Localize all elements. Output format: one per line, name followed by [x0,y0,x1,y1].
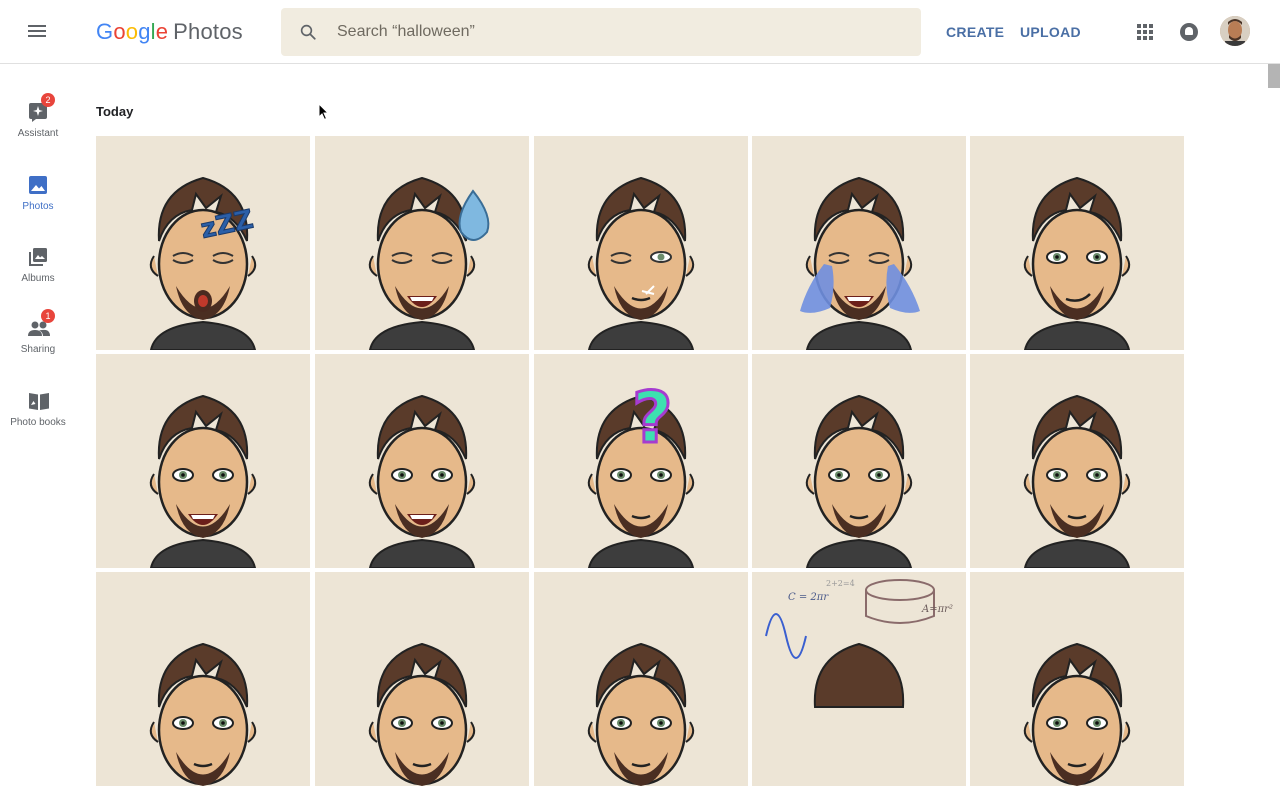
mouse-cursor-icon [318,103,330,121]
logo-letter: e [155,19,169,44]
photo-tile[interactable] [315,354,529,568]
apps-grid-icon[interactable] [1137,24,1153,40]
avatar[interactable] [1220,16,1250,46]
scrollbar-track[interactable] [1268,64,1280,636]
photo-tile[interactable]: zZZ [96,136,310,350]
sidebar-item-label: Sharing [20,344,56,355]
avatar-sticker-image [800,176,920,350]
sidebar-item-photos[interactable]: Photos [0,175,76,212]
sidebar-item-albums[interactable]: Albums [0,247,76,284]
scrollbar-thumb[interactable] [1268,64,1280,88]
photo-tile[interactable] [970,572,1184,786]
sidebar-item-label: Photo books [10,417,66,428]
svg-text:?: ? [632,377,673,459]
avatar-sticker-image: zZZ [149,176,257,350]
avatar-sticker-image [587,642,695,786]
avatar-sticker-image [368,394,476,568]
sidebar-item-label: Albums [21,273,55,284]
notifications-bell-icon[interactable] [1180,23,1198,41]
photo-tile[interactable]: C = 2πr 2+2=4 A=πr² [752,572,966,786]
sidebar-item-sharing[interactable]: 1 Sharing [0,309,76,355]
svg-text:A=πr²: A=πr² [921,604,953,615]
avatar-sticker-image: C = 2πr 2+2=4 A=πr² [765,579,953,708]
avatar-sticker-image [149,394,257,568]
sidebar-item-label: Assistant [17,128,59,139]
book-icon [28,391,49,411]
upload-button[interactable]: UPLOAD [1020,24,1081,40]
sidebar-item-photo-books[interactable]: Photo books [0,391,76,428]
photo-tile[interactable] [752,136,966,350]
sidebar-item-assistant[interactable]: 2 Assistant [0,93,76,139]
photo-tile[interactable]: ? [534,354,748,568]
assistant-badge: 2 [41,93,55,107]
sidebar-item-label: Photos [22,201,54,212]
search-icon[interactable] [299,23,317,41]
photo-tile[interactable] [970,354,1184,568]
avatar-sticker-image [587,176,695,350]
assistant-icon: 2 [28,93,55,122]
date-section-title: Today [96,104,134,119]
logo-letter: o [113,19,126,44]
photo-tile[interactable] [96,354,310,568]
avatar-sticker-image [1023,394,1131,568]
photo-tile[interactable] [752,354,966,568]
photo-tile[interactable] [534,136,748,350]
logo-letter: o [125,19,139,44]
sharing-badge: 1 [41,309,55,323]
photo-icon [28,175,48,195]
search-input[interactable] [337,8,897,56]
photo-tile[interactable] [534,572,748,786]
avatar-sticker-image [1023,176,1131,350]
avatar-sticker-image [368,176,490,350]
hamburger-menu-icon[interactable] [26,22,50,42]
avatar-sticker-image [805,394,913,568]
photo-tile[interactable] [96,572,310,786]
people-icon: 1 [28,309,55,338]
svg-text:2+2=4: 2+2=4 [826,579,855,588]
create-button[interactable]: CREATE [946,24,1004,40]
albums-icon [28,247,48,267]
svg-text:C = 2πr: C = 2πr [788,592,829,603]
avatar-sticker-image: ? [587,376,695,568]
logo-letter: G [96,19,114,44]
avatar-sticker-image [368,642,476,786]
photo-tile[interactable] [315,136,529,350]
top-app-bar: GooglePhotos CREATE UPLOAD [0,0,1280,64]
photo-tile[interactable] [315,572,529,786]
logo-product-name: Photos [173,19,243,44]
avatar-photo [1220,16,1250,46]
logo-letter: g [138,19,151,44]
google-photos-logo[interactable]: Google Photos [96,19,243,45]
avatar-sticker-image [149,642,257,786]
avatar-sticker-image [1023,642,1131,786]
search-bar[interactable] [281,8,921,56]
photo-tile[interactable] [970,136,1184,350]
